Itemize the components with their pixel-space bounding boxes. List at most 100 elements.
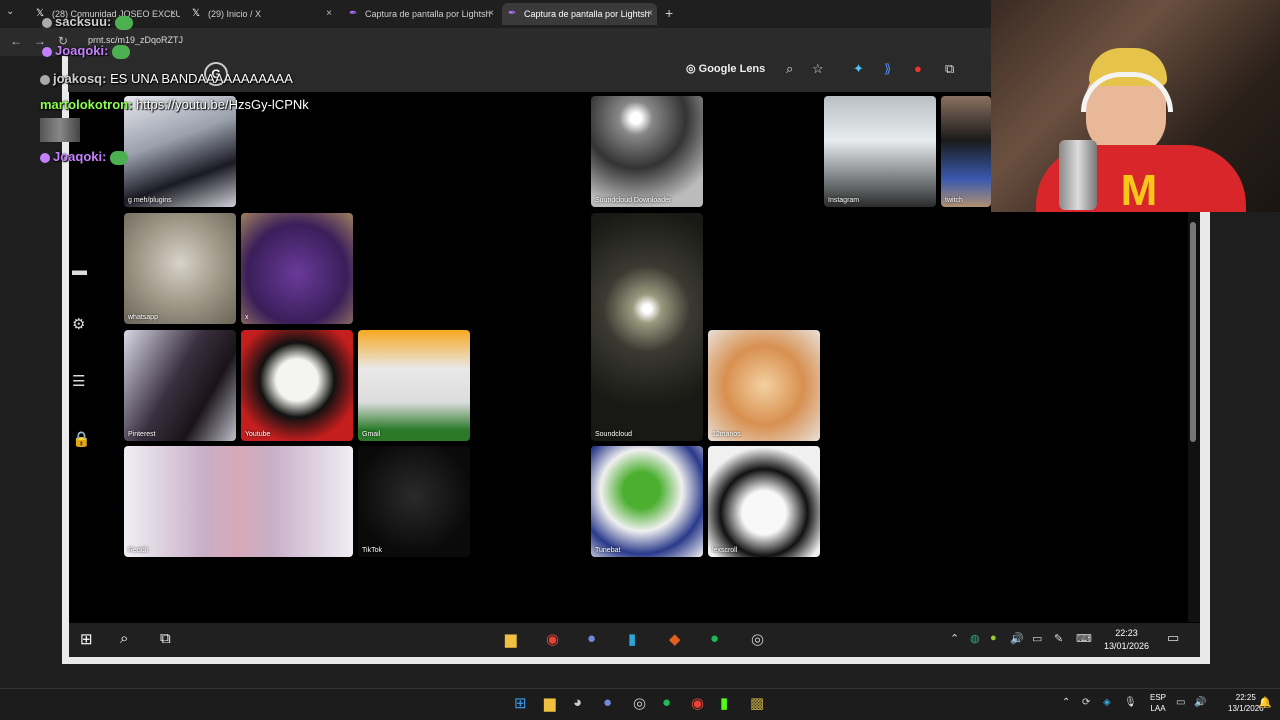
tile-whatsapp[interactable]: whatsapp [124, 213, 236, 324]
extension-waves-icon[interactable]: ⟫ [884, 61, 891, 77]
chat-username: joakosq: [53, 71, 107, 86]
network-icon[interactable]: ▭ [1032, 632, 1042, 645]
lang-code: ESP [1150, 693, 1167, 702]
notes-app-icon[interactable]: ▮ [628, 630, 636, 648]
chat-message[interactable]: https://youtu.be/HzsGy-lCPNk [136, 97, 309, 112]
close-icon[interactable]: × [647, 3, 653, 25]
tile-image [824, 96, 936, 207]
file-explorer-icon[interactable]: ▆ [505, 630, 517, 648]
volume-icon[interactable]: 🔊 [1194, 697, 1206, 708]
notifications-icon[interactable]: ▭ [1167, 630, 1179, 646]
tab-label: (29) Inicio / X [208, 9, 262, 19]
search-icon[interactable]: ⌕ [120, 630, 128, 647]
extensions-puzzle-icon[interactable]: ⧉ [945, 61, 954, 77]
tile-image [708, 446, 820, 557]
close-icon[interactable]: × [326, 3, 332, 25]
chat-badge-icon [40, 74, 50, 85]
tile-instagram[interactable]: Instagram [824, 96, 936, 207]
tile-image [591, 96, 703, 207]
tile-soundcloud[interactable]: Soundcloud [591, 213, 703, 441]
shirt-logo: M [1120, 166, 1158, 213]
sync-icon[interactable]: ⟳ [1082, 697, 1090, 708]
new-tab-button[interactable]: + [665, 5, 673, 21]
file-explorer-icon[interactable]: ▆ [544, 694, 556, 712]
close-icon[interactable]: × [170, 3, 176, 25]
tile-youtube[interactable]: Youtube [241, 330, 353, 441]
chrome-icon[interactable]: ◉ [691, 694, 704, 712]
tile-image [124, 213, 236, 324]
notification-bell-icon[interactable]: 🔔 [1258, 696, 1272, 709]
tile-gmail[interactable]: Gmail [358, 330, 470, 441]
tile-image [241, 213, 353, 324]
chat-line: martolokotron: https://youtu.be/HzsGy-lC… [40, 97, 309, 112]
kick-icon[interactable]: ▮ [720, 694, 728, 712]
steam-icon[interactable]: ◕ [573, 694, 582, 711]
chat-username: sacksuu: [55, 14, 112, 29]
lock-icon[interactable]: 🔒 [72, 430, 91, 448]
discord-icon[interactable]: ● [603, 694, 612, 711]
google-lens-button[interactable]: ◎ Google Lens [686, 62, 765, 75]
mug [1059, 140, 1097, 210]
lens-icon: ◎ [686, 63, 699, 75]
tab-lightshot-2[interactable]: ✒ Captura de pantalla por Lightsh × [502, 3, 657, 25]
back-icon[interactable]: ← [10, 34, 22, 48]
inner-clock[interactable]: 22:23 13/01/2026 [1104, 627, 1149, 653]
tile-lexscroll[interactable]: lexscroll [708, 446, 820, 557]
keyboard-icon[interactable]: ⌨ [1076, 632, 1092, 645]
bookmark-star-icon[interactable]: ☆ [812, 61, 824, 77]
scroll-thumb[interactable] [1190, 222, 1196, 442]
minecraft-icon[interactable]: ▩ [750, 694, 764, 712]
network-icon[interactable]: ▭ [1176, 697, 1185, 708]
tile-plugins[interactable]: g meh/plugins [124, 96, 236, 207]
language-indicator[interactable]: ESP LAA [1150, 692, 1166, 714]
tile-12manos[interactable]: 12manos [708, 330, 820, 441]
tile-label: lexscroll [712, 547, 738, 554]
discord-icon[interactable]: ● [587, 630, 596, 647]
tray-chevron-icon[interactable]: ⌃ [1062, 697, 1070, 708]
chat-badge-icon [42, 46, 52, 57]
layout-icon[interactable]: ☰ [72, 372, 85, 390]
tray-app-icon[interactable]: ◍ [970, 632, 980, 645]
record-icon[interactable]: ● [914, 61, 922, 76]
tile-image [124, 446, 353, 557]
tab-inicio-x[interactable]: 𝕏 (29) Inicio / X × [186, 3, 336, 25]
spotify-icon[interactable]: ● [710, 630, 719, 647]
tile-image [358, 330, 470, 441]
microphone-icon[interactable]: 🎙 [1124, 697, 1137, 708]
tile-reddit[interactable]: Reddit [124, 446, 353, 557]
windows-start-icon[interactable]: ⊞ [514, 694, 527, 712]
tray-chevron-icon[interactable]: ⌃ [950, 632, 959, 645]
zoom-icon[interactable]: ⌕ [786, 61, 793, 77]
tile-x[interactable]: x [241, 213, 353, 324]
gear-icon[interactable]: ⚙ [72, 315, 85, 333]
page-scrollbar[interactable] [1188, 212, 1200, 622]
chat-badge-icon [40, 152, 50, 163]
obs-icon[interactable]: ◎ [633, 694, 646, 712]
volume-icon[interactable]: 🔊 [1010, 632, 1024, 645]
tray-nvidia-icon[interactable]: ● [990, 632, 997, 644]
task-view-icon[interactable]: ⧉ [160, 630, 171, 647]
fl-studio-icon[interactable]: ◆ [669, 630, 681, 648]
tile-pinterest[interactable]: Pinterest [124, 330, 236, 441]
inner-time: 22:23 [1115, 628, 1138, 638]
tab-lightshot-1[interactable]: ✒ Captura de pantalla por Lightsh × [343, 3, 498, 25]
chrome-icon[interactable]: ◉ [546, 630, 559, 648]
spotify-icon[interactable]: ● [662, 694, 671, 711]
tile-label: Pinterest [128, 431, 156, 438]
tab-search-icon[interactable]: ⌄ [6, 6, 14, 17]
pen-icon[interactable]: ✎ [1054, 632, 1063, 645]
tile-tunebat[interactable]: Tunebat [591, 446, 703, 557]
tile-label: Instagram [828, 197, 860, 204]
tile-tiktok[interactable]: TikTok [358, 446, 470, 557]
tile-twitch[interactable]: twitch [941, 96, 991, 207]
wallpaper-icon[interactable]: ▬ [72, 262, 87, 279]
shield-icon[interactable]: ◈ [1103, 697, 1111, 708]
address-bar-row: ← → ↻ prnt.sc/m19_zDqoRZTJ [0, 28, 995, 56]
tile-label: Gmail [362, 431, 381, 438]
close-icon[interactable]: × [488, 3, 494, 25]
obs-icon[interactable]: ◎ [751, 630, 764, 648]
windows-start-icon[interactable]: ⊞ [80, 630, 93, 648]
tile-soundcloud-downloader[interactable]: Soundcloud Downloader [591, 96, 703, 207]
extension-icon[interactable]: ✦ [853, 61, 864, 77]
tile-image [591, 446, 703, 557]
